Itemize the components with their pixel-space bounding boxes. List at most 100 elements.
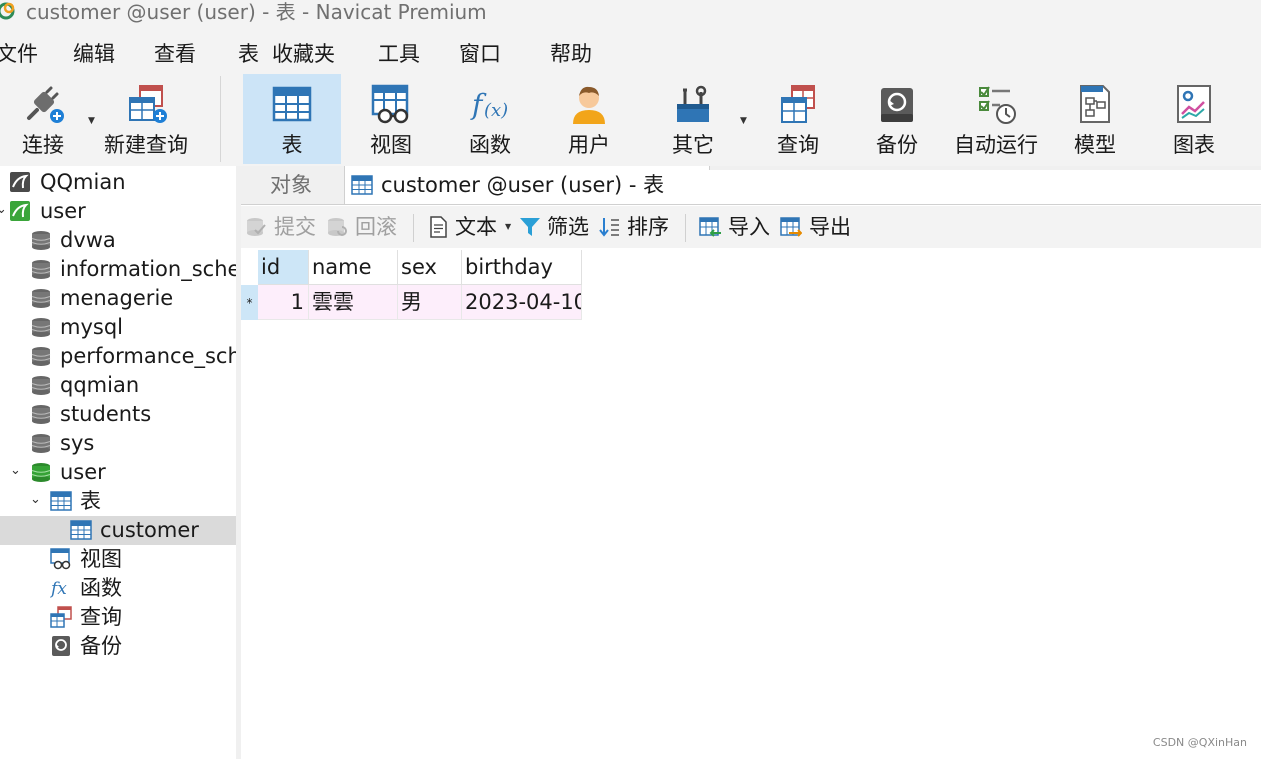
import-icon [699,217,721,237]
column-header-id[interactable]: id [258,250,309,285]
grid-toolbar: 提交 回滚 文本 ▼ 筛选 排序 导入 导出 [241,206,1261,248]
sort-label: 排序 [627,215,669,239]
tree-table-customer[interactable]: customer [0,516,236,545]
grid-toolbar-separator [685,214,686,242]
navicat-logo-icon [0,2,15,20]
tree-database-students[interactable]: students [0,400,236,429]
tree-label: customer [100,518,199,542]
svg-text:fx: fx [50,579,67,599]
rollback-button[interactable]: 回滚 [326,212,406,242]
tree-label: 查询 [80,605,122,629]
tree-label: 视图 [80,547,122,571]
menu-table[interactable]: 表 [238,39,259,69]
tree-label: 表 [80,489,101,513]
collapse-icon[interactable]: ⌄ [10,460,21,482]
export-button[interactable]: 导出 [780,212,856,242]
toolbar-separator [220,76,221,162]
others-button[interactable]: 其它 [643,74,743,164]
query-button[interactable]: 查询 [748,74,848,164]
commit-button[interactable]: 提交 [245,212,325,242]
menu-tools[interactable]: 工具 [378,39,420,69]
tree-label: students [60,402,152,426]
database-icon [31,347,51,366]
tree-database-dvwa[interactable]: dvwa [0,226,236,255]
tree-backups-group[interactable]: 备份 [0,632,236,661]
function-label: 函数 [469,133,511,157]
function-icon: f (x) [470,88,508,121]
menu-bar: 文件 编辑 查看 表 收藏夹 工具 窗口 帮助 [0,30,1261,74]
menu-edit[interactable]: 编辑 [73,39,115,69]
tree-tables-group[interactable]: ⌄ 表 [0,487,236,516]
column-header-birthday[interactable]: birthday [462,250,582,285]
tree-functions-group[interactable]: fx 函数 [0,574,236,603]
new-query-button[interactable]: 新建查询 [96,74,196,164]
column-header-sex[interactable]: sex [398,250,462,285]
menu-file[interactable]: 文件 [0,39,38,69]
sort-icon [599,218,619,237]
menu-view[interactable]: 查看 [154,39,196,69]
text-view-button[interactable]: 文本 ▼ [427,212,513,242]
model-icon [1080,85,1110,123]
tree-connection-qqmian[interactable]: QQmian [0,168,236,197]
tab-objects[interactable]: 对象 [241,166,341,204]
rollback-label: 回滚 [355,215,397,239]
tree-label: 函数 [80,576,122,600]
tree-database-information-schema[interactable]: information_schema [0,255,236,284]
others-dropdown-icon[interactable]: ▼ [740,116,747,126]
database-open-icon [31,463,51,482]
collapse-icon[interactable]: ⌄ [0,199,7,221]
collapse-icon[interactable]: ⌄ [30,489,41,511]
tree-database-mysql[interactable]: mysql [0,313,236,342]
menu-help[interactable]: 帮助 [550,39,592,69]
backup-icon [881,88,913,122]
user-button[interactable]: 用户 [541,74,637,164]
chart-button[interactable]: 图表 [1146,74,1242,164]
connect-dropdown-icon[interactable]: ▼ [88,116,95,126]
tab-customer-table[interactable]: customer @user (user) - 表 [344,166,710,204]
automation-button[interactable]: 自动运行 [946,74,1046,164]
connection-tree: QQmian ⌄ user dvwa information_schema [0,166,236,759]
cell-sex[interactable]: 男 [398,285,462,320]
mysql-connection-active-icon [10,201,30,221]
tree-database-menagerie[interactable]: menagerie [0,284,236,313]
cell-name[interactable]: 雲雲 [309,285,398,320]
tab-label: customer @user (user) - 表 [381,173,665,197]
splitter[interactable] [236,166,241,759]
function-button[interactable]: f (x) 函数 [441,74,539,164]
view-button[interactable]: 视图 [343,74,439,164]
table-icon [272,86,312,122]
tab-empty-area [709,170,1261,204]
tree-label: qqmian [60,373,140,397]
cell-birthday[interactable]: 2023-04-10 [462,285,582,320]
table-label: 表 [281,133,303,157]
connect-button[interactable]: 连接 [0,74,86,164]
tree-label: sys [60,431,95,455]
tree-database-user[interactable]: ⌄ user [0,458,236,487]
others-label: 其它 [672,133,714,157]
tree-queries-group[interactable]: 查询 [0,603,236,632]
backup-button[interactable]: 备份 [848,74,946,164]
grid-toolbar-separator [413,214,414,242]
funnel-icon [520,218,540,236]
commit-label: 提交 [274,215,316,239]
cell-id[interactable]: 1 [258,285,309,320]
row-marker[interactable]: * [241,285,258,320]
tree-label: information_schema [60,257,236,281]
table-button[interactable]: 表 [243,74,341,164]
column-header-name[interactable]: name [309,250,398,285]
menu-favorites[interactable]: 收藏夹 [272,39,335,69]
text-view-dropdown-icon[interactable]: ▼ [505,212,511,242]
automation-icon [979,86,1016,124]
model-button[interactable]: 模型 [1046,74,1144,164]
functions-icon: fx [50,579,67,599]
window-title: customer @user (user) - 表 - Navicat Prem… [26,0,487,24]
tree-connection-user[interactable]: ⌄ user [0,197,236,226]
filter-button[interactable]: 筛选 [519,212,593,242]
menu-window[interactable]: 窗口 [459,39,501,69]
tree-views-group[interactable]: 视图 [0,545,236,574]
tree-database-performance-schema[interactable]: performance_schema [0,342,236,371]
tree-database-sys[interactable]: sys [0,429,236,458]
sort-button[interactable]: 排序 [599,212,675,242]
import-button[interactable]: 导入 [699,212,775,242]
tree-database-qqmian[interactable]: qqmian [0,371,236,400]
